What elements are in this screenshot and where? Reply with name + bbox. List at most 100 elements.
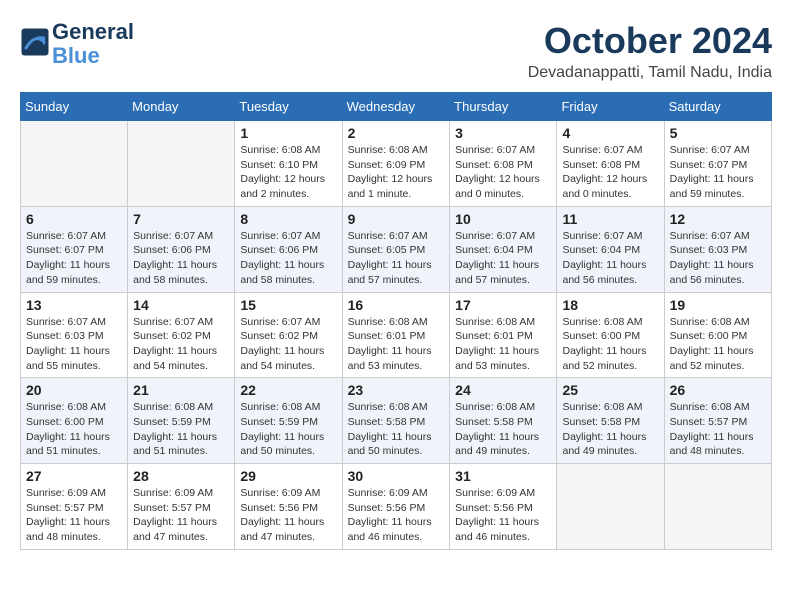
day-number: 19 [670, 297, 766, 313]
day-info: Sunrise: 6:07 AMSunset: 6:04 PMDaylight:… [562, 229, 658, 288]
weekday-header: Friday [557, 93, 664, 121]
weekday-header: Monday [128, 93, 235, 121]
day-number: 15 [240, 297, 336, 313]
day-info: Sunrise: 6:08 AMSunset: 6:00 PMDaylight:… [562, 315, 658, 374]
day-number: 26 [670, 382, 766, 398]
calendar-cell [128, 121, 235, 207]
calendar-header-row: SundayMondayTuesdayWednesdayThursdayFrid… [21, 93, 772, 121]
calendar-cell: 2 Sunrise: 6:08 AMSunset: 6:09 PMDaylight… [342, 121, 450, 207]
day-number: 1 [240, 125, 336, 141]
day-info: Sunrise: 6:08 AMSunset: 6:00 PMDaylight:… [26, 400, 122, 459]
calendar-cell: 30 Sunrise: 6:09 AMSunset: 5:56 PMDayligh… [342, 464, 450, 550]
calendar-cell [557, 464, 664, 550]
day-info: Sunrise: 6:07 AMSunset: 6:02 PMDaylight:… [133, 315, 229, 374]
weekday-header: Sunday [21, 93, 128, 121]
weekday-header: Saturday [664, 93, 771, 121]
day-number: 13 [26, 297, 122, 313]
calendar-cell: 16 Sunrise: 6:08 AMSunset: 6:01 PMDayligh… [342, 292, 450, 378]
day-number: 30 [348, 468, 445, 484]
day-number: 28 [133, 468, 229, 484]
calendar-cell: 29 Sunrise: 6:09 AMSunset: 5:56 PMDayligh… [235, 464, 342, 550]
calendar-cell: 28 Sunrise: 6:09 AMSunset: 5:57 PMDayligh… [128, 464, 235, 550]
calendar-week-row: 6Sunrise: 6:07 AMSunset: 6:07 PMDaylight… [21, 206, 772, 292]
calendar-cell: 26 Sunrise: 6:08 AMSunset: 5:57 PMDayligh… [664, 378, 771, 464]
weekday-header: Wednesday [342, 93, 450, 121]
calendar-cell: 5 Sunrise: 6:07 AMSunset: 6:07 PMDaylight… [664, 121, 771, 207]
calendar-cell: 31 Sunrise: 6:09 AMSunset: 5:56 PMDayligh… [450, 464, 557, 550]
calendar-cell: 23Sunrise: 6:08 AMSunset: 5:58 PMDayligh… [342, 378, 450, 464]
day-info: Sunrise: 6:07 AMSunset: 6:07 PMDaylight:… [670, 143, 766, 202]
day-info: Sunrise: 6:08 AMSunset: 5:59 PMDaylight:… [240, 400, 336, 459]
day-info: Sunrise: 6:09 AMSunset: 5:56 PMDaylight:… [240, 486, 336, 545]
day-number: 20 [26, 382, 122, 398]
calendar-cell: 8Sunrise: 6:07 AMSunset: 6:06 PMDaylight… [235, 206, 342, 292]
logo: GeneralBlue [20, 20, 134, 68]
day-info: Sunrise: 6:09 AMSunset: 5:56 PMDaylight:… [348, 486, 445, 545]
day-number: 25 [562, 382, 658, 398]
day-number: 27 [26, 468, 122, 484]
day-info: Sunrise: 6:08 AMSunset: 6:01 PMDaylight:… [348, 315, 445, 374]
calendar-cell: 27 Sunrise: 6:09 AMSunset: 5:57 PMDayligh… [21, 464, 128, 550]
day-info: Sunrise: 6:08 AMSunset: 6:10 PMDaylight:… [240, 143, 336, 202]
day-number: 29 [240, 468, 336, 484]
day-info: Sunrise: 6:08 AMSunset: 5:58 PMDaylight:… [562, 400, 658, 459]
day-number: 5 [670, 125, 766, 141]
day-number: 16 [348, 297, 445, 313]
calendar-cell [664, 464, 771, 550]
day-info: Sunrise: 6:08 AMSunset: 6:00 PMDaylight:… [670, 315, 766, 374]
day-number: 7 [133, 211, 229, 227]
day-number: 14 [133, 297, 229, 313]
day-info: Sunrise: 6:08 AMSunset: 6:09 PMDaylight:… [348, 143, 445, 202]
day-number: 18 [562, 297, 658, 313]
day-info: Sunrise: 6:08 AMSunset: 6:01 PMDaylight:… [455, 315, 551, 374]
calendar-cell: 1 Sunrise: 6:08 AMSunset: 6:10 PMDaylight… [235, 121, 342, 207]
calendar-cell: 25 Sunrise: 6:08 AMSunset: 5:58 PMDayligh… [557, 378, 664, 464]
day-info: Sunrise: 6:08 AMSunset: 5:58 PMDaylight:… [455, 400, 551, 459]
calendar-cell: 10Sunrise: 6:07 AMSunset: 6:04 PMDayligh… [450, 206, 557, 292]
calendar-cell [21, 121, 128, 207]
day-info: Sunrise: 6:08 AMSunset: 5:59 PMDaylight:… [133, 400, 229, 459]
day-info: Sunrise: 6:07 AMSunset: 6:03 PMDaylight:… [26, 315, 122, 374]
day-info: Sunrise: 6:09 AMSunset: 5:56 PMDaylight:… [455, 486, 551, 545]
calendar-cell: 7 Sunrise: 6:07 AMSunset: 6:06 PMDaylight… [128, 206, 235, 292]
day-number: 21 [133, 382, 229, 398]
logo-text: GeneralBlue [52, 20, 134, 68]
calendar-cell: 4 Sunrise: 6:07 AMSunset: 6:08 PMDaylight… [557, 121, 664, 207]
day-info: Sunrise: 6:09 AMSunset: 5:57 PMDaylight:… [133, 486, 229, 545]
location-subtitle: Devadanappatti, Tamil Nadu, India [528, 64, 772, 82]
day-number: 2 [348, 125, 445, 141]
page-header: GeneralBlue October 2024 Devadanappatti,… [20, 20, 772, 82]
calendar-cell: 6Sunrise: 6:07 AMSunset: 6:07 PMDaylight… [21, 206, 128, 292]
day-number: 9 [348, 211, 445, 227]
day-number: 17 [455, 297, 551, 313]
calendar-cell: 9 Sunrise: 6:07 AMSunset: 6:05 PMDaylight… [342, 206, 450, 292]
calendar-cell: 17 Sunrise: 6:08 AMSunset: 6:01 PMDayligh… [450, 292, 557, 378]
calendar-week-row: 27 Sunrise: 6:09 AMSunset: 5:57 PMDayligh… [21, 464, 772, 550]
day-number: 4 [562, 125, 658, 141]
day-number: 11 [562, 211, 658, 227]
weekday-header: Tuesday [235, 93, 342, 121]
calendar-cell: 11 Sunrise: 6:07 AMSunset: 6:04 PMDayligh… [557, 206, 664, 292]
calendar-cell: 15 Sunrise: 6:07 AMSunset: 6:02 PMDayligh… [235, 292, 342, 378]
calendar-week-row: 13 Sunrise: 6:07 AMSunset: 6:03 PMDayligh… [21, 292, 772, 378]
day-info: Sunrise: 6:07 AMSunset: 6:07 PMDaylight:… [26, 229, 122, 288]
day-info: Sunrise: 6:07 AMSunset: 6:06 PMDaylight:… [133, 229, 229, 288]
day-number: 31 [455, 468, 551, 484]
day-info: Sunrise: 6:09 AMSunset: 5:57 PMDaylight:… [26, 486, 122, 545]
calendar-cell: 21 Sunrise: 6:08 AMSunset: 5:59 PMDayligh… [128, 378, 235, 464]
day-info: Sunrise: 6:08 AMSunset: 5:57 PMDaylight:… [670, 400, 766, 459]
calendar-cell: 3Sunrise: 6:07 AMSunset: 6:08 PMDaylight… [450, 121, 557, 207]
weekday-header: Thursday [450, 93, 557, 121]
month-title: October 2024 [528, 20, 772, 62]
calendar-cell: 14 Sunrise: 6:07 AMSunset: 6:02 PMDayligh… [128, 292, 235, 378]
calendar-cell: 22Sunrise: 6:08 AMSunset: 5:59 PMDayligh… [235, 378, 342, 464]
calendar-cell: 24Sunrise: 6:08 AMSunset: 5:58 PMDayligh… [450, 378, 557, 464]
day-number: 12 [670, 211, 766, 227]
day-info: Sunrise: 6:07 AMSunset: 6:08 PMDaylight:… [562, 143, 658, 202]
day-info: Sunrise: 6:07 AMSunset: 6:02 PMDaylight:… [240, 315, 336, 374]
day-info: Sunrise: 6:08 AMSunset: 5:58 PMDaylight:… [348, 400, 445, 459]
calendar-week-row: 20 Sunrise: 6:08 AMSunset: 6:00 PMDayligh… [21, 378, 772, 464]
day-info: Sunrise: 6:07 AMSunset: 6:05 PMDaylight:… [348, 229, 445, 288]
day-number: 8 [240, 211, 336, 227]
day-number: 3 [455, 125, 551, 141]
